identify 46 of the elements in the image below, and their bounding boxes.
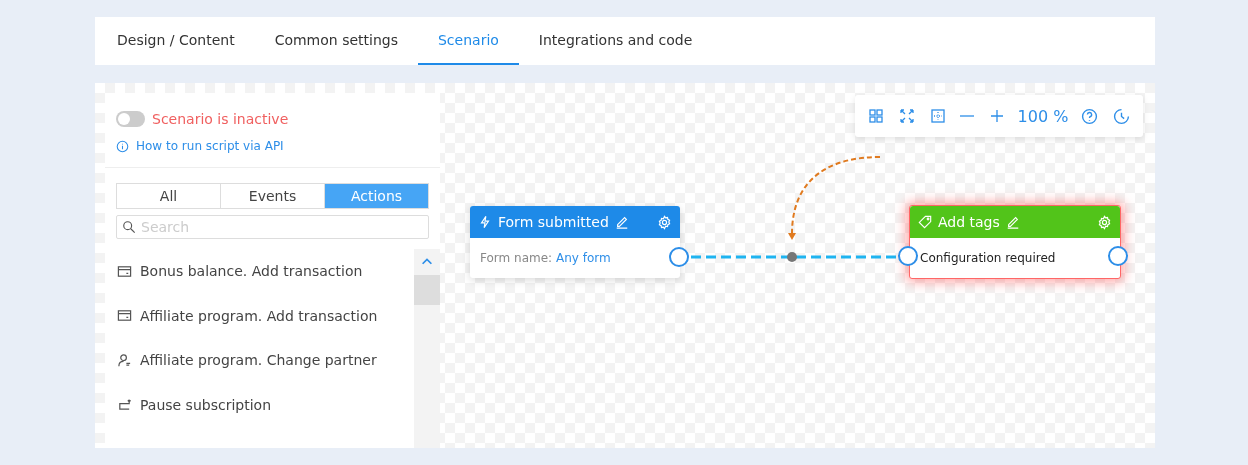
grid-icon: [868, 108, 885, 124]
action-item[interactable]: Affiliate program. Add transaction: [105, 293, 414, 338]
tab[interactable]: Common settings: [254, 17, 418, 65]
settings-icon[interactable]: [657, 214, 672, 230]
help-link[interactable]: How to run script via API: [136, 139, 284, 153]
action-item[interactable]: Pause subscription: [105, 382, 414, 427]
card-icon: [117, 308, 132, 324]
tab[interactable]: Design / Content: [97, 17, 255, 65]
pencil-icon: [1005, 215, 1020, 229]
gear-icon: [1097, 214, 1112, 230]
node-title: Form submitted: [498, 214, 609, 230]
dotted-square-icon: [929, 108, 946, 124]
tab[interactable]: Integrations and code: [518, 17, 713, 65]
scrollbar-thumb[interactable]: [414, 275, 440, 305]
zoom-out-button[interactable]: [958, 113, 977, 119]
output-port[interactable]: [669, 247, 689, 267]
person-icon: [117, 352, 132, 368]
return-icon: [117, 397, 132, 413]
plus-icon: [988, 108, 1005, 124]
edit-icon[interactable]: [614, 215, 629, 229]
question-icon: [1081, 107, 1098, 125]
arrows-out-icon: [898, 108, 915, 124]
clock-icon: [1112, 107, 1130, 125]
pencil-icon: [614, 215, 629, 229]
status-label: Scenario is inactive: [152, 111, 289, 127]
node-field: Form name: Any form: [480, 251, 611, 265]
gear-icon: [657, 214, 672, 230]
node-card[interactable]: Form submitted Form name: Any form: [470, 206, 680, 278]
edit-icon[interactable]: [1005, 215, 1020, 229]
action-item[interactable]: Bonus balance. Add transaction: [105, 249, 414, 294]
action-item[interactable]: Affiliate program. Change partner: [105, 338, 414, 383]
settings-icon[interactable]: [1097, 214, 1112, 230]
tag-icon: [918, 215, 932, 229]
info-icon: [116, 139, 129, 153]
tab[interactable]: Scenario: [418, 17, 519, 65]
minus-icon: [960, 115, 975, 117]
zoom-level: 100 %: [1017, 106, 1069, 126]
card-icon: [117, 263, 132, 279]
node-status: Configuration required: [920, 251, 1056, 265]
node-title: Add tags: [938, 214, 1000, 230]
input-port[interactable]: [898, 246, 918, 266]
search-icon: [122, 220, 136, 234]
lightning-icon: [478, 215, 492, 229]
node-card[interactable]: Add tags Configuration required: [909, 205, 1121, 279]
toggle-switch[interactable]: [116, 111, 145, 127]
output-port[interactable]: [1108, 246, 1128, 266]
